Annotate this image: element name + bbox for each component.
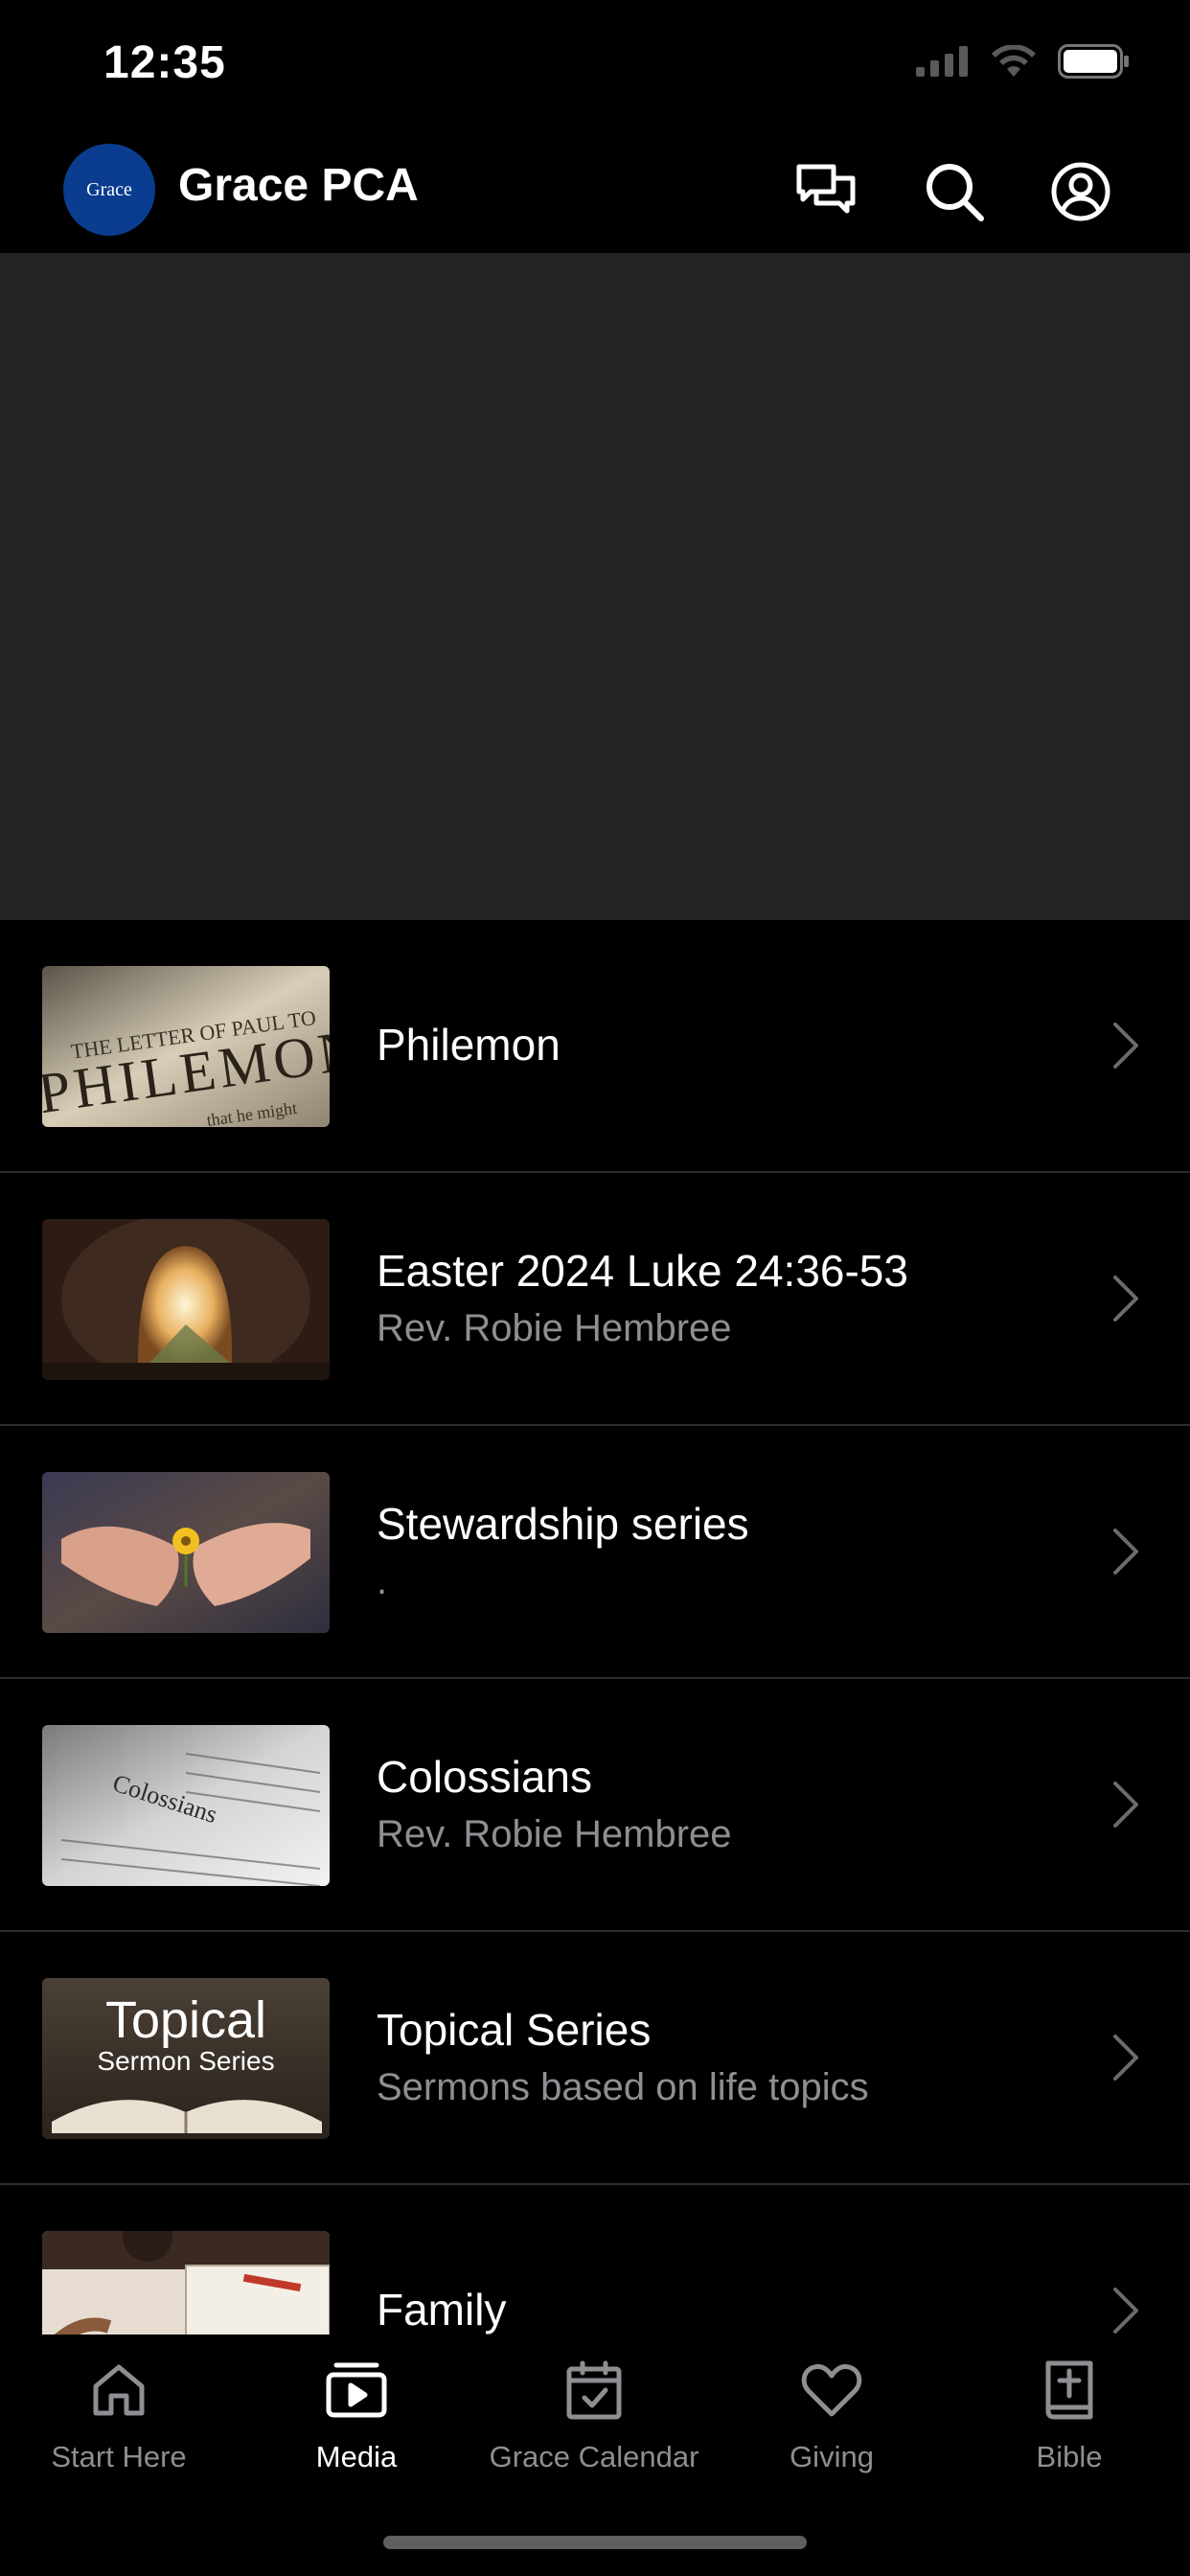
chat-icon <box>796 164 856 214</box>
list-item[interactable]: Easter 2024 Luke 24:36-53 Rev. Robie Hem… <box>0 1173 1190 1426</box>
chevron-right-icon <box>1113 1782 1138 1828</box>
tab-bible[interactable]: Bible <box>950 2356 1188 2499</box>
chevron-right-icon <box>1113 1023 1138 1069</box>
thumbnail-title-text: Topical <box>105 1991 266 2049</box>
chevron-right-icon <box>1113 1276 1138 1322</box>
status-icons <box>916 44 1131 79</box>
cellular-signal-icon <box>916 46 968 77</box>
list-item[interactable]: Colossians Colossians Rev. Robie Hembree <box>0 1679 1190 1932</box>
family-thumbnail <box>42 2231 330 2334</box>
profile-button[interactable] <box>1042 153 1119 230</box>
tab-label: Start Here <box>51 2440 187 2473</box>
tab-media[interactable]: Media <box>238 2356 475 2499</box>
media-play-icon <box>326 2362 387 2418</box>
list-item-title: Colossians <box>377 1752 592 1803</box>
list-item[interactable]: Family <box>0 2185 1190 2334</box>
calendar-icon <box>566 2360 622 2420</box>
topical-series-thumbnail: Topical Sermon Series <box>42 1978 330 2139</box>
wifi-icon <box>992 45 1036 77</box>
list-item-title: Philemon <box>377 1020 561 1070</box>
tab-label: Bible <box>1036 2440 1103 2473</box>
tab-start-here[interactable]: Start Here <box>0 2356 238 2499</box>
tab-label: Giving <box>790 2440 874 2473</box>
list-item-subtitle: Rev. Robie Hembree <box>377 1812 732 1855</box>
philemon-thumbnail: THE LETTER OF PAUL TO PHILEMON that he m… <box>42 966 330 1127</box>
thumbnail-subtitle-text: Sermon Series <box>97 2046 274 2076</box>
chevron-right-icon <box>1113 2035 1138 2081</box>
church-logo: Grace <box>63 144 155 236</box>
list-item-title: Topical Series <box>377 2005 652 2056</box>
chevron-right-icon <box>1113 1529 1138 1575</box>
easter-tomb-thumbnail <box>42 1219 330 1380</box>
chat-button[interactable] <box>788 153 864 230</box>
battery-icon <box>1058 44 1129 79</box>
profile-icon <box>1051 162 1110 221</box>
list-item-text: Easter 2024 Luke 24:36-53 Rev. Robie Hem… <box>377 1173 1075 1424</box>
tab-label: Media <box>315 2440 398 2473</box>
search-icon <box>927 164 984 221</box>
bible-icon <box>1045 2360 1093 2420</box>
tab-grace-calendar[interactable]: Grace Calendar <box>475 2356 713 2499</box>
search-button[interactable] <box>916 153 993 230</box>
tab-label: Grace Calendar <box>489 2440 699 2473</box>
media-series-list: THE LETTER OF PAUL TO PHILEMON that he m… <box>0 920 1190 2334</box>
list-item-title: Family <box>377 2285 507 2334</box>
list-item-subtitle: Sermons based on life topics <box>377 2065 869 2108</box>
stewardship-hands-thumbnail <box>42 1472 330 1633</box>
list-item-title: Stewardship series <box>377 1499 749 1550</box>
heart-icon <box>801 2364 862 2417</box>
home-icon <box>93 2364 145 2416</box>
logo-text: Grace <box>86 178 132 200</box>
list-item-text: Colossians Rev. Robie Hembree <box>377 1679 1075 1930</box>
list-item-subtitle: Rev. Robie Hembree <box>377 1306 732 1349</box>
app-title: Grace PCA <box>178 160 419 211</box>
list-item-text: Philemon <box>377 920 1075 1171</box>
app-header: Grace Grace PCA <box>0 130 1190 253</box>
tab-giving[interactable]: Giving <box>713 2356 950 2499</box>
list-item-text: Stewardship series . <box>377 1426 1075 1677</box>
list-item[interactable]: Topical Sermon Series Topical Series Ser… <box>0 1932 1190 2185</box>
list-item[interactable]: THE LETTER OF PAUL TO PHILEMON that he m… <box>0 920 1190 1173</box>
list-item-subtitle: . <box>377 1559 388 1602</box>
colossians-bible-thumbnail: Colossians <box>42 1725 330 1886</box>
status-bar: 12:35 <box>0 0 1190 130</box>
chevron-right-icon <box>1113 2288 1138 2334</box>
list-item-text: Topical Series Sermons based on life top… <box>377 1932 1075 2183</box>
list-item-title: Easter 2024 Luke 24:36-53 <box>377 1246 908 1297</box>
featured-banner-placeholder[interactable] <box>0 253 1190 920</box>
status-time: 12:35 <box>103 37 226 88</box>
home-indicator <box>383 2536 807 2549</box>
list-item-text: Family <box>377 2185 1075 2334</box>
list-item[interactable]: Stewardship series . <box>0 1426 1190 1679</box>
